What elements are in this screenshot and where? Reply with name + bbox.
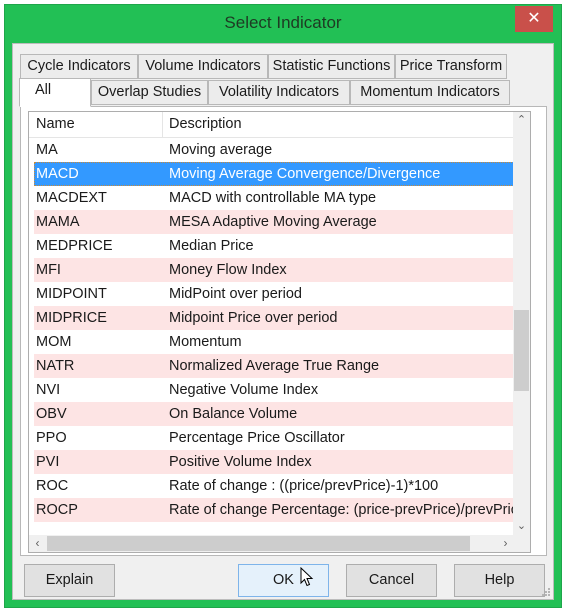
indicator-name: NVI — [36, 382, 61, 398]
list-item[interactable]: MIDPOINT MidPoint over period — [34, 282, 514, 306]
column-header-name[interactable]: Name — [36, 116, 75, 132]
help-button[interactable]: Help — [454, 564, 545, 597]
vertical-scrollbar[interactable]: ⌃ ⌄ — [513, 112, 530, 535]
indicator-name: MEDPRICE — [36, 238, 113, 254]
list-item[interactable]: MA Moving average — [34, 138, 514, 162]
indicator-description: MACD with controllable MA type — [169, 190, 377, 206]
indicator-name: PPO — [36, 430, 67, 446]
scroll-down-icon[interactable]: ⌄ — [513, 518, 530, 535]
indicator-description: Rate of change : ((price/prevPrice)-1)*1… — [169, 478, 439, 494]
indicator-name: MACDEXT — [36, 190, 107, 206]
indicator-description: Positive Volume Index — [169, 454, 312, 470]
list-item[interactable]: PVI Positive Volume Index — [34, 450, 514, 474]
cancel-button[interactable]: Cancel — [346, 564, 437, 597]
list-item[interactable]: MAMA MESA Adaptive Moving Average — [34, 210, 514, 234]
indicator-name: ROC — [36, 478, 69, 494]
list-item[interactable]: MOM Momentum — [34, 330, 514, 354]
indicator-description: Moving average — [169, 142, 273, 158]
column-header-description[interactable]: Description — [169, 116, 242, 132]
tab-price-transform[interactable]: Price Transform — [395, 54, 507, 79]
scroll-left-icon[interactable]: ‹ — [29, 535, 46, 552]
tab-momentum-indicators[interactable]: Momentum Indicators — [350, 80, 510, 105]
indicator-description: Percentage Price Oscillator — [169, 430, 345, 446]
indicator-description: Money Flow Index — [169, 262, 287, 278]
dialog-title: Select Indicator — [224, 13, 342, 32]
tab-all[interactable]: All — [19, 78, 91, 107]
list-item[interactable]: NVI Negative Volume Index — [34, 378, 514, 402]
explain-button[interactable]: Explain — [24, 564, 115, 597]
tab-volatility-indicators[interactable]: Volatility Indicators — [208, 80, 350, 105]
list-rows: MA Moving average MACD Moving Average Conve… — [34, 138, 514, 522]
list-item[interactable]: MACDEXT MACD with controllable MA type — [34, 186, 514, 210]
scrollbar-corner — [513, 535, 530, 552]
indicator-description: Momentum — [169, 334, 242, 350]
list-header: Name Description — [29, 112, 514, 138]
list-item[interactable]: MIDPRICE Midpoint Price over period — [34, 306, 514, 330]
resize-grip-icon[interactable] — [541, 587, 551, 597]
indicator-name: MOM — [36, 334, 72, 350]
indicator-list[interactable]: Name Description MA Moving average MACD Mov… — [28, 111, 531, 553]
tab-statistic-functions[interactable]: Statistic Functions — [268, 54, 395, 79]
list-item[interactable]: MEDPRICE Median Price — [34, 234, 514, 258]
tab-cycle-indicators[interactable]: Cycle Indicators — [20, 54, 138, 79]
select-indicator-dialog: Select Indicator ✕ Cycle Indicators Volu… — [4, 4, 562, 608]
indicator-name: ROCP — [36, 502, 78, 518]
indicator-name: MACD — [36, 166, 79, 182]
close-icon: ✕ — [527, 10, 541, 27]
scroll-right-icon[interactable]: › — [497, 535, 514, 552]
title-bar[interactable]: Select Indicator ✕ — [5, 5, 561, 43]
tab-overlap-studies[interactable]: Overlap Studies — [91, 80, 208, 105]
list-item[interactable]: MFI Money Flow Index — [34, 258, 514, 282]
list-item[interactable]: ROC Rate of change : ((price/prevPrice)-1… — [34, 474, 514, 498]
indicator-name: MAMA — [36, 214, 80, 230]
tab-panel-all: Name Description MA Moving average MACD Mov… — [20, 106, 547, 556]
indicator-description: Midpoint Price over period — [169, 310, 338, 326]
list-item[interactable]: MACD Moving Average Convergence/Divergenc… — [34, 162, 514, 186]
horizontal-scroll-thumb[interactable] — [47, 536, 470, 551]
indicator-description: On Balance Volume — [169, 406, 298, 422]
indicator-description: Rate of change Percentage: (price-prevPr… — [169, 502, 514, 518]
indicator-description: Median Price — [169, 238, 254, 254]
indicator-name: NATR — [36, 358, 75, 374]
indicator-name: OBV — [36, 406, 67, 422]
indicator-name: MFI — [36, 262, 61, 278]
indicator-name: MIDPRICE — [36, 310, 107, 326]
indicator-name: MIDPOINT — [36, 286, 107, 302]
tab-volume-indicators[interactable]: Volume Indicators — [138, 54, 268, 79]
indicator-description: MESA Adaptive Moving Average — [169, 214, 377, 230]
vertical-scroll-thumb[interactable] — [514, 310, 529, 391]
indicator-description: Moving Average Convergence/Divergence — [169, 166, 441, 182]
list-item[interactable]: NATR Normalized Average True Range — [34, 354, 514, 378]
list-item[interactable]: OBV On Balance Volume — [34, 402, 514, 426]
indicator-name: MA — [36, 142, 58, 158]
indicator-description: Normalized Average True Range — [169, 358, 380, 374]
horizontal-scrollbar[interactable]: ‹ › — [29, 535, 514, 552]
ok-button[interactable]: OK — [238, 564, 329, 597]
list-item[interactable]: ROCP Rate of change Percentage: (price-pr… — [34, 498, 514, 522]
scroll-up-icon[interactable]: ⌃ — [513, 112, 530, 129]
list-item[interactable]: PPO Percentage Price Oscillator — [34, 426, 514, 450]
indicator-name: PVI — [36, 454, 60, 470]
column-divider[interactable] — [162, 112, 163, 138]
indicator-description: Negative Volume Index — [169, 382, 319, 398]
close-button[interactable]: ✕ — [515, 6, 553, 32]
dialog-body: Cycle Indicators Volume Indicators Stati… — [12, 43, 554, 600]
mouse-pointer-icon — [300, 567, 314, 587]
indicator-description: MidPoint over period — [169, 286, 302, 302]
